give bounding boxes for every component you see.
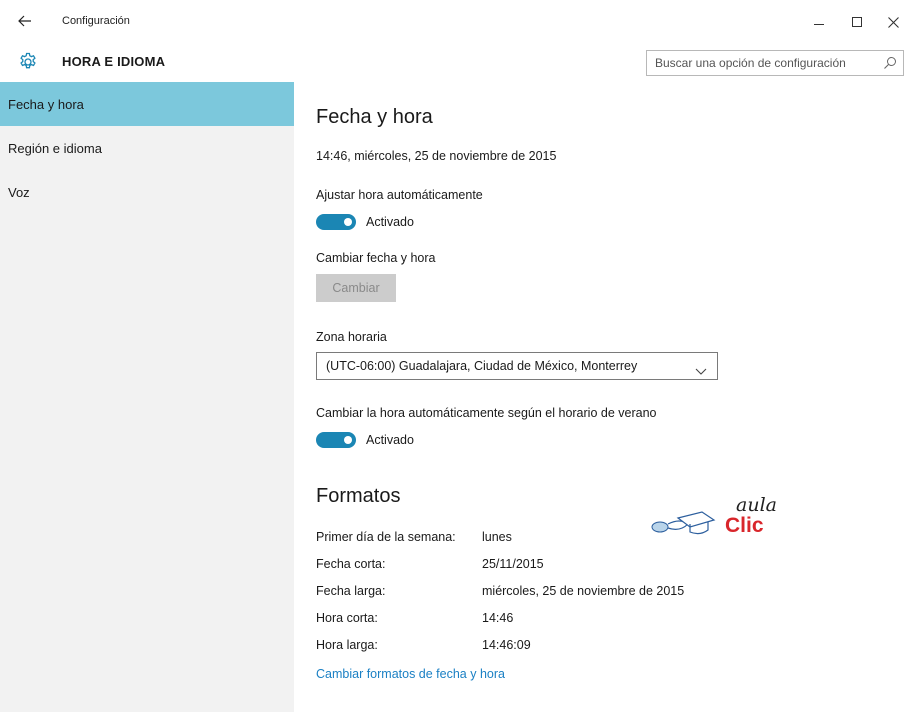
toggle-knob [344,436,352,444]
gear-icon [18,52,38,72]
page-title: Fecha y hora [316,106,433,128]
dst-label: Cambiar la hora automáticamente según el… [316,406,657,420]
toggle-knob [344,218,352,226]
auto-time-label: Ajustar hora automáticamente [316,188,483,202]
current-datetime: 14:46, miércoles, 25 de noviembre de 201… [316,149,557,163]
sidebar-item-label: Voz [8,184,30,200]
change-datetime-label: Cambiar fecha y hora [316,251,436,265]
sidebar-item-voz[interactable]: Voz [0,170,294,214]
title-bar: Configuración [0,0,907,40]
settings-header: HORA E IDIOMA [0,42,907,82]
main-content: Fecha y hora 14:46, miércoles, 25 de nov… [294,82,907,712]
format-label: Fecha corta: [316,557,386,571]
format-label: Hora larga: [316,638,378,652]
format-label: Primer día de la semana: [316,530,456,544]
sidebar-item-label: Fecha y hora [8,96,84,112]
minimize-icon[interactable] [804,10,834,34]
maximize-icon[interactable] [842,10,872,34]
format-value: 14:46:09 [482,638,531,652]
sidebar-item-label: Región e idioma [8,140,102,156]
timezone-value: (UTC-06:00) Guadalajara, Ciudad de Méxic… [326,359,638,373]
timezone-select[interactable]: (UTC-06:00) Guadalajara, Ciudad de Méxic… [316,352,718,380]
auto-time-state: Activado [366,215,414,229]
formats-title: Formatos [316,485,401,507]
format-value: lunes [482,530,512,544]
format-label: Fecha larga: [316,584,386,598]
dst-state: Activado [366,433,414,447]
search-icon[interactable] [883,56,897,70]
auto-time-toggle[interactable] [316,214,356,230]
close-icon[interactable] [878,10,907,34]
sidebar-item-region-e-idioma[interactable]: Región e idioma [0,126,294,170]
format-value: miércoles, 25 de noviembre de 2015 [482,584,685,598]
chevron-down-icon [695,363,707,375]
section-title: HORA E IDIOMA [62,54,166,69]
sidebar: Fecha y hora Región e idioma Voz [0,82,294,712]
change-formats-link[interactable]: Cambiar formatos de fecha y hora [316,667,505,681]
back-arrow-icon[interactable] [14,12,36,30]
format-value: 14:46 [482,611,514,625]
logo-text-clic: Clic [725,514,764,537]
sidebar-item-fecha-y-hora[interactable]: Fecha y hora [0,82,294,126]
logo-text-aula: aula [736,494,777,516]
format-value: 25/11/2015 [482,557,544,571]
dst-toggle[interactable] [316,432,356,448]
format-label: Hora corta: [316,611,378,625]
change-datetime-button[interactable]: Cambiar [316,274,396,302]
aulaclic-logo: aula Clic [650,494,780,544]
timezone-label: Zona horaria [316,330,387,344]
search-box[interactable] [646,50,904,76]
search-input[interactable] [647,51,877,75]
window-title: Configuración [62,15,130,27]
